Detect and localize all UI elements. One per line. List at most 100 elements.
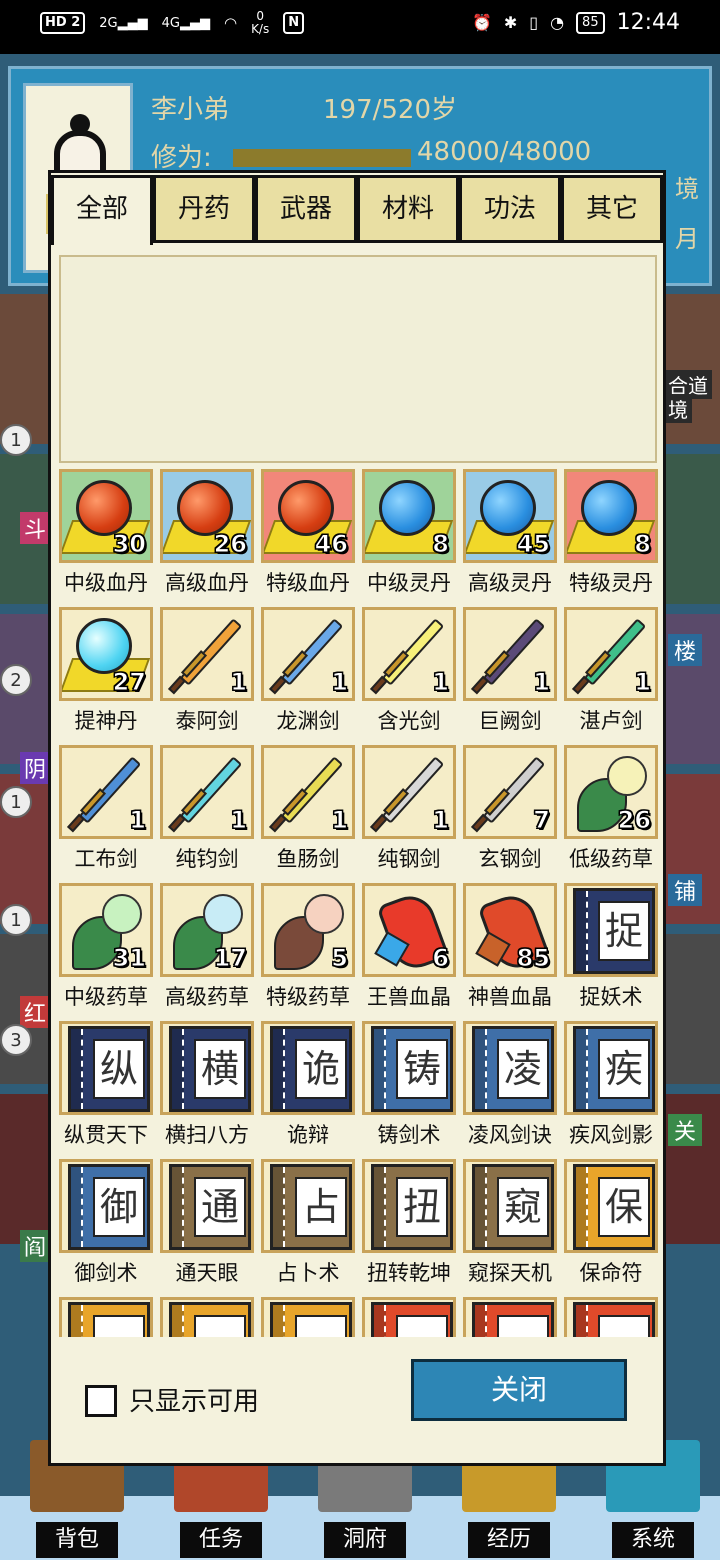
inventory-item[interactable]: 7 玄钢剑 — [459, 745, 561, 883]
location-label[interactable]: 红 — [20, 996, 51, 1028]
item-tile[interactable]: 30 — [59, 469, 153, 563]
item-tile[interactable]: 85 — [463, 883, 557, 977]
inventory-item[interactable]: 1 巨阙剑 — [459, 607, 561, 745]
inventory-item[interactable]: 通通天眼 — [156, 1159, 258, 1297]
location-label[interactable]: 阴 — [20, 752, 51, 784]
item-tile[interactable]: 窥 — [463, 1159, 557, 1253]
item-tile[interactable]: 17 — [160, 883, 254, 977]
inventory-item[interactable]: 1 鱼肠剑 — [257, 745, 359, 883]
item-tile[interactable]: 凌 — [463, 1021, 557, 1115]
item-tile[interactable]: 45 — [463, 469, 557, 563]
inventory-item[interactable]: 凌凌风剑诀 — [459, 1021, 561, 1159]
tab-3[interactable]: 材料 — [357, 175, 459, 243]
inventory-item[interactable]: 御御剑术 — [55, 1159, 157, 1297]
inventory-item[interactable]: 疾疾风剑影 — [560, 1021, 661, 1159]
item-tile[interactable]: 1 — [362, 607, 456, 701]
item-tile[interactable]: 保 — [564, 1159, 658, 1253]
item-tile[interactable]: 6 — [362, 883, 456, 977]
show-usable-label[interactable]: 只显示可用 — [129, 1381, 259, 1418]
inventory-item[interactable]: 诡诡辩 — [257, 1021, 359, 1159]
inventory-item[interactable]: 31 中级药草 — [55, 883, 157, 1021]
item-tile[interactable]: 1 — [564, 607, 658, 701]
item-tile[interactable]: 1 — [463, 607, 557, 701]
inventory-item[interactable] — [358, 1297, 460, 1337]
inventory-item[interactable]: 纵纵贯天下 — [55, 1021, 157, 1159]
tab-4[interactable]: 功法 — [459, 175, 561, 243]
item-tile[interactable]: 26 — [160, 469, 254, 563]
location-label[interactable]: 铺 — [668, 874, 703, 906]
inventory-item[interactable]: 26 低级药草 — [560, 745, 661, 883]
inventory-item[interactable]: 26 高级血丹 — [156, 469, 258, 607]
item-tile[interactable]: 8 — [564, 469, 658, 563]
item-tile[interactable]: 扭 — [362, 1159, 456, 1253]
inventory-item[interactable]: 1 含光剑 — [358, 607, 460, 745]
inventory-item[interactable]: 横横扫八方 — [156, 1021, 258, 1159]
tab-1[interactable]: 丹药 — [153, 175, 255, 243]
inventory-item[interactable]: 85 神兽血晶 — [459, 883, 561, 1021]
item-tile[interactable]: 46 — [261, 469, 355, 563]
inventory-item[interactable]: 保保命符 — [560, 1159, 661, 1297]
close-button[interactable]: 关闭 — [411, 1359, 627, 1421]
inventory-item[interactable] — [459, 1297, 561, 1337]
item-tile[interactable]: 7 — [463, 745, 557, 839]
inventory-item[interactable]: 窥窥探天机 — [459, 1159, 561, 1297]
inventory-item[interactable]: 1 湛卢剑 — [560, 607, 661, 745]
item-tile[interactable]: 1 — [362, 745, 456, 839]
inventory-item[interactable] — [156, 1297, 258, 1337]
item-tile[interactable]: 1 — [59, 745, 153, 839]
item-tile[interactable]: 捉 — [564, 883, 658, 977]
item-tile[interactable] — [564, 1297, 658, 1337]
item-tile[interactable]: 26 — [564, 745, 658, 839]
tab-2[interactable]: 武器 — [255, 175, 357, 243]
inventory-grid[interactable]: 30 中级血丹 26 高级血丹 46 特级血丹 8 中级灵丹 45 高级灵丹 8 特级灵丹 27 提神丹 1… — [55, 469, 661, 1337]
inventory-item[interactable]: 1 纯钧剑 — [156, 745, 258, 883]
item-tile[interactable]: 27 — [59, 607, 153, 701]
item-tile[interactable]: 1 — [261, 607, 355, 701]
item-tile[interactable]: 横 — [160, 1021, 254, 1115]
inventory-item[interactable]: 占占卜术 — [257, 1159, 359, 1297]
tab-0[interactable]: 全部 — [51, 175, 153, 245]
item-tile[interactable] — [463, 1297, 557, 1337]
item-tile[interactable]: 1 — [160, 607, 254, 701]
item-tile[interactable]: 诡 — [261, 1021, 355, 1115]
item-tile[interactable]: 通 — [160, 1159, 254, 1253]
inventory-item[interactable]: 46 特级血丹 — [257, 469, 359, 607]
inventory-item[interactable]: 8 中级灵丹 — [358, 469, 460, 607]
inventory-item[interactable] — [560, 1297, 661, 1337]
location-label[interactable]: 关 — [668, 1114, 703, 1146]
item-tile[interactable] — [261, 1297, 355, 1337]
inventory-item[interactable]: 30 中级血丹 — [55, 469, 157, 607]
item-tile[interactable]: 1 — [160, 745, 254, 839]
item-tile[interactable]: 8 — [362, 469, 456, 563]
inventory-item[interactable] — [257, 1297, 359, 1337]
inventory-item[interactable]: 1 龙渊剑 — [257, 607, 359, 745]
inventory-item[interactable]: 扭扭转乾坤 — [358, 1159, 460, 1297]
inventory-item[interactable]: 5 特级药草 — [257, 883, 359, 1021]
location-label[interactable]: 楼 — [668, 634, 703, 666]
inventory-item[interactable]: 捉捉妖术 — [560, 883, 661, 1021]
inventory-item[interactable]: 6 王兽血晶 — [358, 883, 460, 1021]
inventory-item[interactable]: 1 泰阿剑 — [156, 607, 258, 745]
item-tile[interactable]: 5 — [261, 883, 355, 977]
location-label[interactable]: 阎 — [20, 1230, 51, 1262]
inventory-item[interactable]: 8 特级灵丹 — [560, 469, 661, 607]
item-tile[interactable]: 疾 — [564, 1021, 658, 1115]
location-label[interactable]: 斗 — [20, 512, 51, 544]
item-tile[interactable]: 1 — [261, 745, 355, 839]
inventory-item[interactable]: 45 高级灵丹 — [459, 469, 561, 607]
inventory-item[interactable]: 铸铸剑术 — [358, 1021, 460, 1159]
item-tile[interactable]: 铸 — [362, 1021, 456, 1115]
item-tile[interactable]: 纵 — [59, 1021, 153, 1115]
inventory-item[interactable]: 1 工布剑 — [55, 745, 157, 883]
item-tile[interactable]: 占 — [261, 1159, 355, 1253]
item-tile[interactable] — [59, 1297, 153, 1337]
tab-5[interactable]: 其它 — [561, 175, 663, 243]
item-tile[interactable] — [362, 1297, 456, 1337]
inventory-item[interactable]: 1 纯钢剑 — [358, 745, 460, 883]
inventory-item[interactable]: 17 高级药草 — [156, 883, 258, 1021]
inventory-item[interactable]: 27 提神丹 — [55, 607, 157, 745]
show-usable-checkbox[interactable] — [85, 1385, 117, 1417]
item-tile[interactable]: 31 — [59, 883, 153, 977]
inventory-item[interactable] — [55, 1297, 157, 1337]
item-tile[interactable]: 御 — [59, 1159, 153, 1253]
